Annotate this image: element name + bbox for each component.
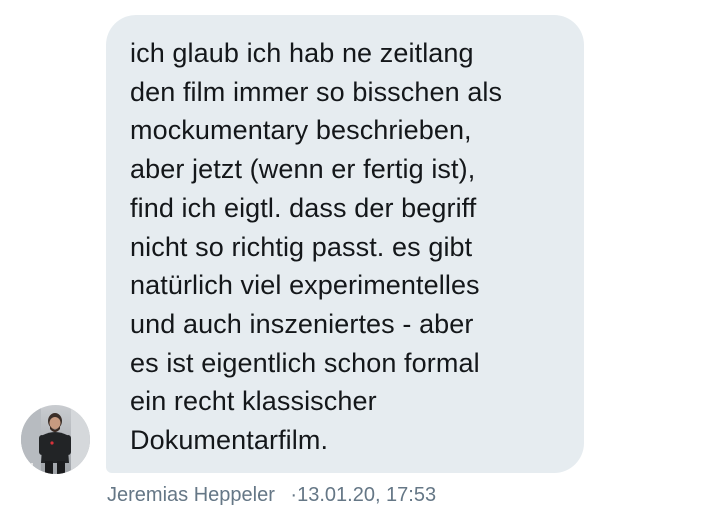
message-line: find ich eigtl. dass der begriff [130,192,477,223]
message-line: es ist eigentlich schon formal [130,347,480,378]
message-line: und auch inszeniertes - aber [130,308,474,339]
avatar[interactable] [21,405,90,474]
message-line: Dokumentarfilm. [130,425,329,456]
message-line: nicht so richtig passt. es gibt [130,231,473,262]
sender-name[interactable]: Jeremias Heppeler [107,484,275,506]
message-line: mockumentary beschrieben, [130,115,472,146]
message-line: den film immer so bisschen als [130,76,503,107]
message-timestamp: 13.01.20, 17:53 [297,484,437,506]
message-line: aber jetzt (wenn er fertig ist), [130,154,476,185]
message-meta: Jeremias Heppeler ·13.01.20, 17:53 [107,484,436,507]
message-text: ich glaub ich hab ne zeitlang den film i… [130,34,570,460]
dm-conversation: ich glaub ich hab ne zeitlang den film i… [0,0,707,530]
message-line: ich glaub ich hab ne zeitlang [130,38,474,68]
avatar-photo [21,405,90,474]
message-line: natürlich viel experimentelles [130,270,480,301]
message-line: ein recht klassischer [130,386,377,417]
